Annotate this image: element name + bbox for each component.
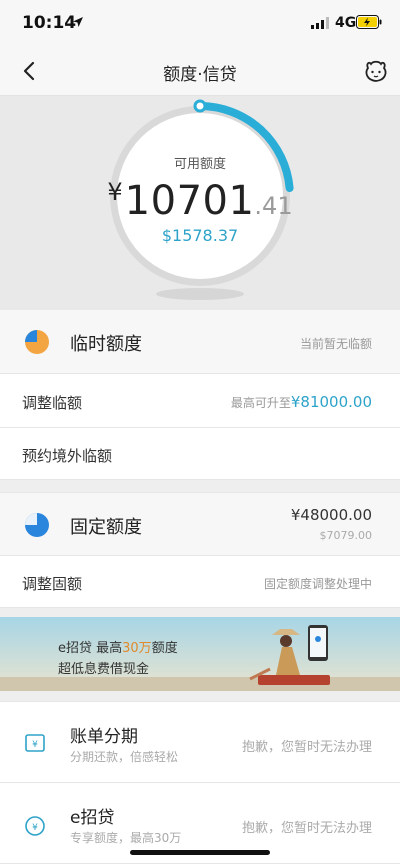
max-limit-value: ¥81000.00: [290, 393, 372, 411]
installment-service-row[interactable]: ¥ 账单分期 分期还款，倍感轻松 抱歉，您暂时无法办理: [0, 701, 400, 783]
amount-decimal: .41: [254, 192, 293, 220]
network-label: 4G: [335, 15, 357, 31]
fixed-limit-title: 固定额度: [70, 517, 142, 538]
overseas-temporary-limit-label: 预约境外临额: [22, 447, 113, 465]
e-loan-coin-icon: ¥: [25, 816, 45, 836]
fixed-limit-header[interactable]: 固定额度 ¥48000.00 $7079.00: [0, 492, 400, 556]
currency-symbol: ¥: [107, 178, 123, 206]
mascot-assistant-icon[interactable]: [362, 58, 390, 86]
location-arrow-icon: [73, 17, 83, 27]
temporary-limit-header[interactable]: 临时额度 当前暂无临额: [0, 310, 400, 374]
svg-text:¥: ¥: [32, 740, 38, 750]
amount-integer: 10701: [124, 178, 255, 224]
home-indicator[interactable]: [130, 850, 270, 855]
service-status: 抱歉，您暂时无法办理: [241, 740, 372, 755]
adjust-temporary-limit-label: 调整临额: [22, 394, 83, 412]
max-limit-prefix: 最高可升至: [230, 396, 291, 410]
pie-chart-icon: [25, 513, 49, 537]
banner-subline: 超低息费借现金: [58, 662, 150, 677]
banner-headline: e招贷 最高30万额度: [58, 637, 178, 656]
fixed-limit-value: ¥48000.00: [290, 506, 372, 524]
e-loan-promo-banner[interactable]: e招贷 最高30万额度 超低息费借现金: [0, 617, 400, 691]
banner-headline-highlight: 30万: [122, 641, 152, 656]
banner-headline-prefix: e招贷 最高: [58, 641, 123, 656]
temporary-limit-note: 当前暂无临额: [299, 337, 372, 351]
adjust-temporary-limit-value: 最高可升至¥81000.00: [231, 393, 372, 411]
status-bar: 10:14 4G: [0, 0, 400, 46]
service-status: 抱歉，您暂时无法办理: [241, 821, 372, 836]
pie-chart-icon: [25, 330, 49, 354]
service-title: 账单分期: [70, 727, 138, 747]
svg-text:¥: ¥: [32, 823, 38, 833]
service-subtitle: 分期还款，倍感轻松: [70, 750, 179, 764]
temporary-limit-title: 临时额度: [70, 334, 142, 355]
page-title: 额度·信贷: [163, 65, 237, 85]
installment-bill-icon: ¥: [25, 734, 45, 752]
service-subtitle: 专享额度，最高30万: [70, 831, 182, 845]
banner-headline-suffix: 额度: [151, 641, 178, 656]
fixed-limit-usd-value: $7079.00: [319, 529, 373, 542]
gauge-start-dot: [193, 99, 207, 113]
available-credit-label: 可用额度: [173, 157, 226, 172]
usd-credit-amount: $1578.37: [161, 226, 239, 245]
overseas-temporary-limit-row[interactable]: 预约境外临额: [0, 428, 400, 480]
available-credit-amount: ¥10701.41: [0, 178, 400, 224]
adjust-fixed-limit-row[interactable]: 调整固额 固定额度调整处理中: [0, 556, 400, 608]
navigation-bar: 额度·信贷: [0, 46, 400, 96]
status-time: 10:14: [22, 13, 77, 33]
adjust-fixed-limit-label: 调整固额: [22, 575, 83, 593]
adjust-temporary-limit-row[interactable]: 调整临额 最高可升至¥81000.00: [0, 374, 400, 428]
signal-icon: [311, 17, 329, 29]
adjust-fixed-limit-note: 固定额度调整处理中: [263, 577, 372, 591]
available-credit-panel: 可用额度 ¥10701.41 $1578.37: [0, 96, 400, 310]
battery-charging-icon: [356, 15, 382, 29]
service-title: e招贷: [70, 808, 115, 828]
